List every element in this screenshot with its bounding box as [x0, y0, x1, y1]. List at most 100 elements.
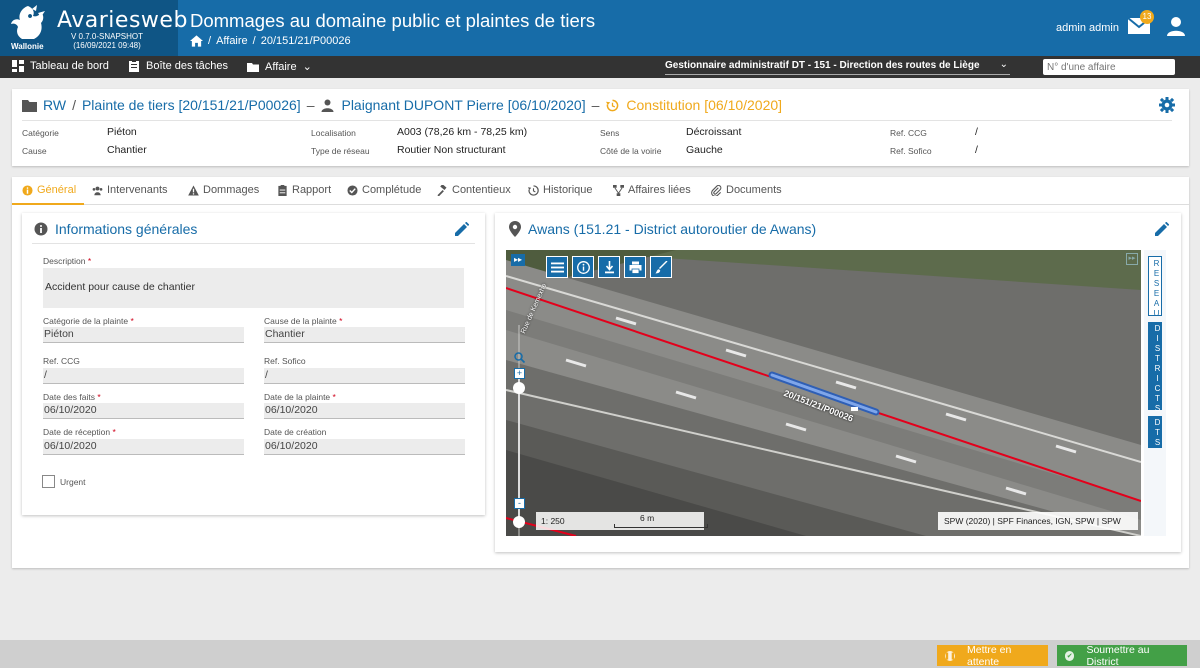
home-icon[interactable] — [190, 35, 203, 47]
brand-block[interactable]: Wallonie Avariesweb V 0.7.0-SNAPSHOT (16… — [0, 0, 187, 56]
ref-sofico-label: Ref. Sofico — [264, 356, 306, 366]
cause-value: Chantier — [107, 144, 147, 156]
cause-plainte-label: Cause de la plainte * — [264, 316, 342, 326]
print-icon — [629, 261, 641, 274]
cote-voirie-value: Gauche — [686, 144, 723, 156]
map-draw-button[interactable] — [650, 256, 672, 278]
layer-tab-reseau[interactable]: RESEAU — [1148, 256, 1162, 319]
urgent-checkbox[interactable] — [42, 475, 55, 488]
map-locate-button[interactable] — [598, 256, 620, 278]
categorie-plainte-field[interactable]: Piéton — [43, 327, 244, 343]
tab-intervenants[interactable]: Intervenants — [92, 184, 168, 196]
user-icon[interactable] — [1166, 16, 1186, 36]
pause-icon: ❚❚ — [944, 650, 956, 661]
gear-icon[interactable] — [1159, 97, 1175, 113]
breadcrumb-affaire[interactable]: Affaire — [216, 35, 248, 47]
zoom-search-icon[interactable] — [514, 352, 525, 363]
history-icon — [528, 184, 539, 196]
zoom-slider-handle[interactable] — [513, 382, 525, 394]
tab-affaires-liees[interactable]: Affaires liées — [613, 184, 691, 196]
map-print-button[interactable] — [624, 256, 646, 278]
gestionnaire-select[interactable]: Gestionnaire administratif DT - 151 - Di… — [665, 59, 1010, 75]
tab-dommages[interactable]: Dommages — [188, 184, 259, 196]
ref-ccg-label: Ref. CCG — [43, 356, 80, 366]
users-icon — [92, 186, 103, 195]
date-faits-label-text: Date des faits — [43, 392, 95, 402]
zoom-in-button[interactable]: + — [514, 368, 525, 379]
breadcrumb-sep: / — [208, 35, 212, 47]
affaire-detail-panel: Général Intervenants Dommages Rapport Co… — [12, 177, 1189, 568]
expand-toolbar-button[interactable]: ▸▸ — [511, 254, 525, 266]
layer-tab-dts[interactable]: DTS — [1148, 416, 1162, 448]
dashboard-icon — [12, 60, 24, 72]
categorie-value: Piéton — [107, 126, 137, 138]
gestionnaire-value: Gestionnaire administratif DT - 151 - Di… — [665, 60, 980, 71]
date-creation-field[interactable]: 06/10/2020 — [264, 439, 465, 455]
description-field[interactable]: Accident pour cause de chantier — [43, 268, 464, 308]
tab-contentieux[interactable]: Contentieux — [437, 184, 511, 196]
tab-label: Complétude — [362, 184, 422, 196]
zoom-out-button[interactable]: - — [514, 498, 525, 509]
urgent-label: Urgent — [60, 477, 86, 487]
layer-tab-districts[interactable]: DISTRICTS — [1148, 322, 1162, 414]
expand-layers-button[interactable]: ▸▸ — [1126, 253, 1138, 265]
info-icon — [576, 260, 590, 274]
edit-pencil-icon[interactable] — [1154, 222, 1169, 237]
clipboard-icon — [278, 184, 287, 196]
type-reseau-label: Type de réseau — [311, 146, 370, 156]
ref-ccg-label: Ref. CCG — [890, 128, 927, 138]
put-on-hold-button[interactable]: ❚❚ Mettre en attente — [937, 644, 1048, 668]
tab-rapport[interactable]: Rapport — [277, 184, 331, 196]
path-plainte[interactable]: Plainte de tiers [20/151/21/P00026] — [82, 97, 301, 113]
date-reception-field[interactable]: 06/10/2020 — [43, 439, 244, 455]
general-info-card: Informations générales Description * Acc… — [22, 213, 485, 515]
version-info: V 0.7.0-SNAPSHOT (16/09/2021 09:48) — [66, 32, 148, 50]
breadcrumb: / Affaire / 20/151/21/P00026 — [190, 35, 351, 47]
tab-label: Dommages — [203, 184, 260, 196]
ref-sofico-value: / — [975, 144, 978, 156]
tab-general[interactable]: Général — [22, 184, 76, 196]
map-view[interactable]: 20/151/21/P00026 Rue de Kemexhe ▸▸ ▸▸ + … — [506, 250, 1141, 536]
required-mark: * — [339, 316, 343, 326]
map-card-title: Awans (151.21 - District autoroutier de … — [528, 221, 817, 237]
folder-icon — [247, 62, 259, 72]
date-faits-field[interactable]: 06/10/2020 — [43, 403, 244, 419]
user-name[interactable]: admin admin — [1056, 22, 1119, 34]
brush-icon — [655, 260, 667, 273]
categorie-plainte-label-text: Catégorie de la plainte — [43, 316, 129, 326]
menu-dashboard[interactable]: Tableau de bord — [12, 60, 109, 72]
menu-tasks[interactable]: Boîte des tâches — [128, 60, 228, 72]
ref-sofico-field[interactable]: / — [264, 368, 465, 384]
path-rw[interactable]: RW — [43, 97, 66, 113]
date-plainte-label-text: Date de la plainte — [264, 392, 331, 402]
version-number: V 0.7.0-SNAPSHOT — [70, 32, 144, 41]
submit-district-button[interactable]: ✔ Soumettre au District — [1057, 644, 1187, 668]
cause-plainte-field[interactable]: Chantier — [264, 327, 465, 343]
tab-label: Historique — [543, 184, 593, 196]
tab-documents[interactable]: Documents — [711, 184, 782, 196]
zoom-slider-handle-bottom[interactable] — [513, 516, 525, 528]
required-mark: * — [97, 392, 101, 402]
warning-icon — [188, 184, 199, 196]
ref-ccg-field[interactable]: / — [43, 368, 244, 384]
aerial-map[interactable] — [506, 250, 1141, 536]
brand-sub: Wallonie — [11, 42, 44, 51]
affaire-search-input[interactable] — [1043, 59, 1175, 75]
map-info-button[interactable] — [572, 256, 594, 278]
breadcrumb-sep: / — [252, 35, 256, 47]
info-icon — [22, 184, 33, 196]
tab-historique[interactable]: Historique — [528, 184, 593, 196]
tab-label: Affaires liées — [628, 184, 691, 196]
path-plaignant[interactable]: Plaignant DUPONT Pierre [06/10/2020] — [341, 97, 585, 113]
menu-affaire[interactable]: Affaire ⌄ — [247, 60, 312, 73]
map-menu-button[interactable] — [546, 256, 568, 278]
tab-completude[interactable]: Complétude — [347, 184, 421, 196]
menu-bar: Tableau de bord Boîte des tâches Affaire… — [0, 56, 1200, 78]
date-plainte-field[interactable]: 06/10/2020 — [264, 403, 465, 419]
path-constitution: Constitution [06/10/2020] — [626, 97, 783, 113]
sens-label: Sens — [600, 128, 620, 138]
info-card-title: Informations générales — [55, 221, 198, 237]
description-label: Description * — [43, 256, 91, 266]
edit-pencil-icon[interactable] — [454, 222, 469, 237]
localisation-label: Localisation — [311, 128, 356, 138]
